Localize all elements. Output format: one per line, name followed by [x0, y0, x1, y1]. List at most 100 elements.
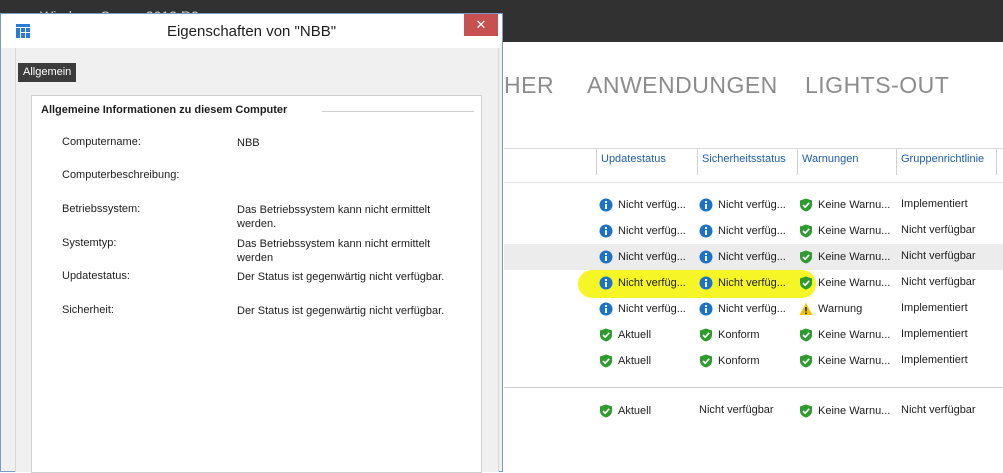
- label-betriebssystem: Betriebssystem:: [62, 203, 141, 215]
- info-icon: [599, 198, 613, 212]
- column-header-updatestatus[interactable]: Updatestatus: [601, 153, 666, 165]
- value-sicherheit: Der Status ist gegenwärtig nicht verfügb…: [237, 305, 445, 317]
- cell-updatestatus-text: Aktuell: [618, 355, 652, 367]
- cell-sicherheitsstatus: Nicht verfüg...: [699, 224, 786, 238]
- table-row[interactable]: Aktuell Konform Keine Warnu... Implementier…: [504, 348, 1003, 374]
- warning-icon: [799, 303, 813, 315]
- table-row[interactable]: Nicht verfüg... Nicht verfüg... Keine Warn…: [504, 192, 1003, 218]
- info-icon: [699, 276, 713, 290]
- cell-gruppenrichtlinie-text: Nicht verfügbar: [901, 404, 976, 416]
- cell-gruppenrichtlinie: Implementiert: [901, 354, 968, 366]
- nav-tab-anwendungen[interactable]: ANWENDUNGEN: [587, 72, 778, 99]
- nav-tab-partial[interactable]: HER: [504, 72, 554, 99]
- cell-warnungen: Keine Warnu...: [799, 224, 890, 238]
- cell-gruppenrichtlinie: Nicht verfügbar: [901, 404, 976, 416]
- cell-warnungen-text: Keine Warnu...: [818, 355, 891, 367]
- cell-gruppenrichtlinie-text: Implementiert: [901, 328, 968, 340]
- cell-updatestatus: Nicht verfüg...: [599, 302, 686, 316]
- cell-sicherheitsstatus: Nicht verfüg...: [699, 250, 786, 264]
- table-row[interactable]: Nicht verfüg... Nicht verfüg... Keine Warn…: [504, 218, 1003, 244]
- cell-sicherheitsstatus-text: Nicht verfüg...: [718, 251, 786, 263]
- table-row[interactable]: Nicht verfüg... Nicht verfüg... Keine Warn…: [504, 270, 1003, 296]
- info-icon: [699, 250, 713, 264]
- cell-updatestatus-text: Nicht verfüg...: [618, 303, 686, 315]
- tab-allgemein[interactable]: Allgemein: [18, 63, 77, 82]
- cell-sicherheitsstatus: Nicht verfüg...: [699, 302, 786, 316]
- cell-updatestatus: Nicht verfüg...: [599, 250, 686, 264]
- close-button[interactable]: ✕: [464, 14, 498, 36]
- cell-gruppenrichtlinie: Implementiert: [901, 328, 968, 340]
- check-icon: [600, 354, 612, 368]
- cell-sicherheitsstatus: Konform: [699, 328, 760, 342]
- cell-warnungen-text: Keine Warnu...: [818, 405, 891, 417]
- column-separator: [596, 149, 597, 175]
- cell-warnungen-text: Keine Warnu...: [818, 251, 891, 263]
- cell-gruppenrichtlinie-text: Implementiert: [901, 302, 968, 314]
- cell-warnungen: Warnung: [799, 302, 862, 316]
- cell-updatestatus-text: Nicht verfüg...: [618, 199, 686, 211]
- value-updatestatus: Der Status ist gegenwärtig nicht verfügb…: [237, 271, 445, 283]
- cell-gruppenrichtlinie-text: Implementiert: [901, 354, 968, 366]
- check-icon: [800, 328, 812, 342]
- cell-warnungen: Keine Warnu...: [799, 276, 890, 290]
- column-header-warnungen[interactable]: Warnungen: [802, 153, 858, 165]
- cell-gruppenrichtlinie: Nicht verfügbar: [901, 250, 976, 262]
- cell-sicherheitsstatus-text: Nicht verfügbar: [699, 404, 774, 416]
- header-bottom-border: [504, 182, 1003, 183]
- cell-gruppenrichtlinie: Implementiert: [901, 198, 968, 210]
- cell-warnungen: Keine Warnu...: [799, 198, 890, 212]
- table-row[interactable]: Aktuell Konform Keine Warnu... Implementier…: [504, 322, 1003, 348]
- cell-warnungen-text: Keine Warnu...: [818, 277, 891, 289]
- check-icon: [800, 250, 812, 264]
- cell-sicherheitsstatus-text: Nicht verfüg...: [718, 303, 786, 315]
- cell-updatestatus-text: Nicht verfüg...: [618, 277, 686, 289]
- cell-updatestatus-text: Aktuell: [618, 329, 652, 341]
- cell-updatestatus: Nicht verfüg...: [599, 276, 686, 290]
- value-systemtyp: Das Betriebssystem kann nicht ermittelt …: [237, 238, 431, 264]
- cell-gruppenrichtlinie: Nicht verfügbar: [901, 224, 976, 236]
- info-icon: [699, 198, 713, 212]
- cell-warnungen: Keine Warnu...: [799, 328, 890, 342]
- column-separator: [697, 149, 698, 175]
- cell-warnungen-text: Keine Warnu...: [818, 329, 891, 341]
- cell-updatestatus-text: Nicht verfüg...: [618, 225, 686, 237]
- cell-gruppenrichtlinie-text: Nicht verfügbar: [901, 224, 976, 236]
- nav-tab-lights-out[interactable]: LIGHTS-OUT: [805, 72, 949, 99]
- properties-dialog: Eigenschaften von "NBB" ✕ Allgemein Allg…: [0, 13, 503, 473]
- check-icon: [800, 354, 812, 368]
- cell-updatestatus: Nicht verfüg...: [599, 224, 686, 238]
- dialog-titlebar[interactable]: Eigenschaften von "NBB" ✕: [1, 14, 502, 48]
- general-info-panel: Allgemeine Informationen zu diesem Compu…: [31, 95, 482, 473]
- table-row[interactable]: Aktuell Nicht verfügbar Keine Warnu... Nich…: [504, 398, 1003, 424]
- table-row[interactable]: Nicht verfüg... Nicht verfüg... Warnung Imp…: [504, 296, 1003, 322]
- label-sicherheit: Sicherheit:: [62, 304, 114, 316]
- cell-gruppenrichtlinie: Nicht verfügbar: [901, 276, 976, 288]
- cell-warnungen: Keine Warnu...: [799, 354, 890, 368]
- column-separator: [797, 149, 798, 175]
- cell-sicherheitsstatus-text: Konform: [718, 329, 760, 341]
- column-separator: [896, 149, 897, 175]
- cell-updatestatus: Aktuell: [599, 354, 651, 368]
- cell-gruppenrichtlinie-text: Nicht verfügbar: [901, 250, 976, 262]
- column-header-sicherheitsstatus[interactable]: Sicherheitsstatus: [702, 153, 786, 165]
- cell-gruppenrichtlinie: Implementiert: [901, 302, 968, 314]
- label-computerbeschreibung: Computerbeschreibung:: [62, 169, 180, 181]
- info-icon: [599, 250, 613, 264]
- value-computername: NBB: [237, 137, 260, 149]
- cell-gruppenrichtlinie-text: Implementiert: [901, 198, 968, 210]
- info-icon: [599, 224, 613, 238]
- group-separator: [504, 387, 1003, 388]
- table-row[interactable]: Nicht verfüg... Nicht verfüg... Keine Warn…: [504, 244, 1003, 270]
- cell-gruppenrichtlinie-text: Nicht verfügbar: [901, 276, 976, 288]
- column-header-gruppenrichtlinie[interactable]: Gruppenrichtlinie: [901, 153, 984, 165]
- info-icon: [699, 224, 713, 238]
- section-divider: [322, 111, 474, 112]
- table-top-border: [504, 148, 1003, 149]
- column-separator: [996, 149, 997, 175]
- check-icon: [800, 404, 812, 418]
- cell-sicherheitsstatus-text: Nicht verfüg...: [718, 277, 786, 289]
- cell-sicherheitsstatus-text: Nicht verfüg...: [718, 199, 786, 211]
- cell-warnungen: Keine Warnu...: [799, 404, 890, 418]
- dialog-title: Eigenschaften von "NBB": [166, 23, 337, 40]
- check-icon: [700, 328, 712, 342]
